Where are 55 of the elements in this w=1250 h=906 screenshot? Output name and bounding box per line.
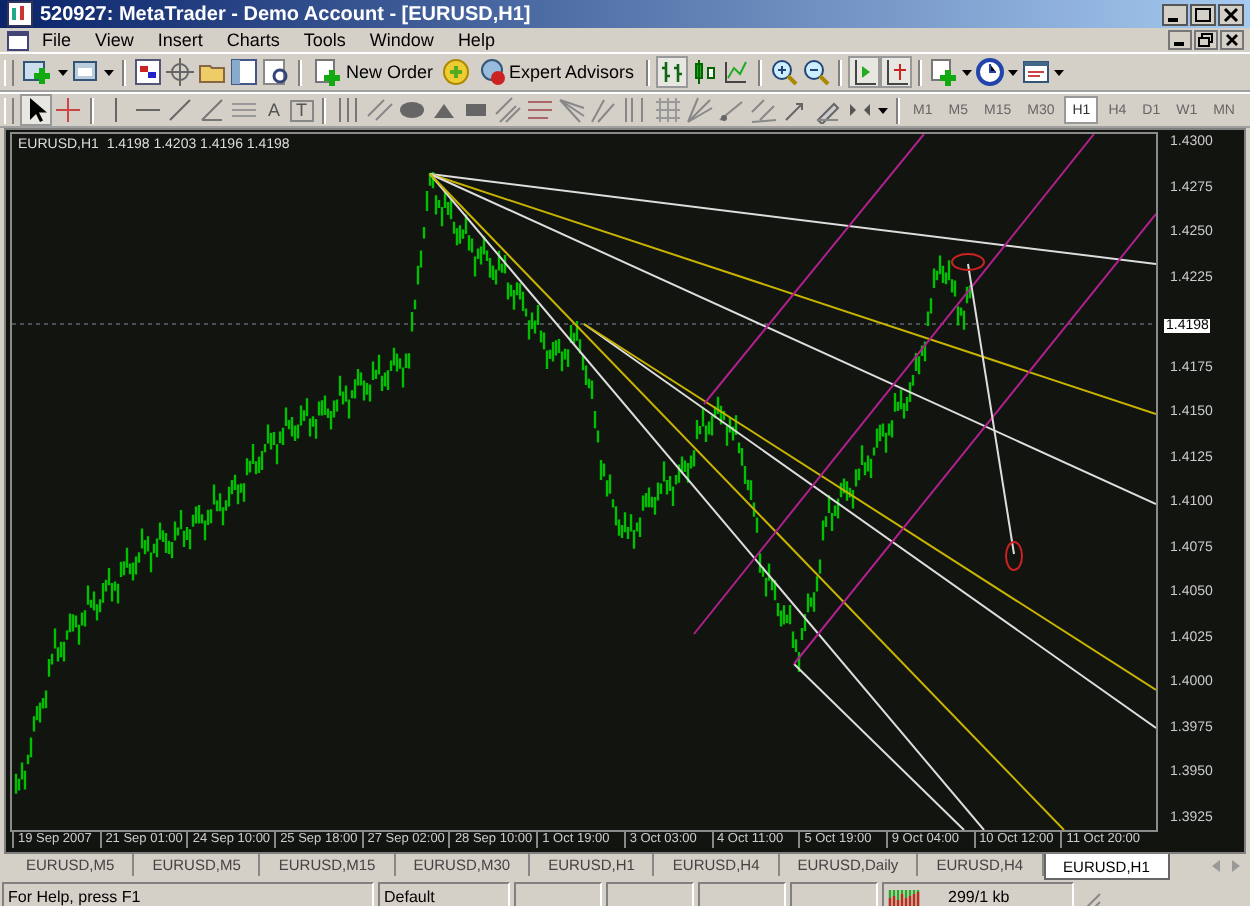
- ellipse-mark: [951, 253, 985, 271]
- clock-icon[interactable]: [976, 58, 1005, 86]
- robot-icon: [477, 58, 506, 86]
- menu-item[interactable]: Tools: [291, 30, 358, 50]
- new-chart-icon[interactable]: [22, 58, 54, 86]
- status-text: For Help, press F1: [2, 882, 374, 906]
- menu-item[interactable]: Charts: [214, 30, 292, 50]
- status-cell: [790, 882, 878, 906]
- autoscroll-icon[interactable]: [882, 58, 911, 86]
- cursor-icon[interactable]: [22, 96, 50, 124]
- caret-icon[interactable]: [58, 66, 68, 78]
- minimize-icon[interactable]: [1162, 3, 1188, 25]
- connection-bars-icon: [888, 886, 920, 906]
- menu-item[interactable]: Help: [445, 30, 507, 50]
- close-icon[interactable]: [1220, 30, 1244, 50]
- menu-item[interactable]: Insert: [145, 30, 215, 50]
- magnifier-icon[interactable]: [262, 58, 290, 86]
- menu-item[interactable]: Window: [357, 30, 446, 50]
- trendline-by-angle-icon[interactable]: [198, 96, 226, 124]
- crosshair-icon[interactable]: [166, 58, 194, 86]
- text-label-tool[interactable]: T: [290, 99, 314, 121]
- market-watch-icon[interactable]: [134, 58, 162, 86]
- ellipse-icon[interactable]: [397, 96, 426, 124]
- zoom-in-icon[interactable]: [770, 58, 799, 86]
- line-chart-icon[interactable]: [722, 58, 751, 86]
- document-plus-icon: [314, 58, 342, 86]
- menu-item[interactable]: File: [30, 30, 84, 50]
- text-tool[interactable]: A: [262, 100, 287, 120]
- caret-icon[interactable]: [1054, 66, 1065, 78]
- minimize-icon[interactable]: [1168, 30, 1192, 50]
- window-icon[interactable]: [230, 58, 258, 86]
- close-icon[interactable]: [1218, 3, 1244, 25]
- new-order-button[interactable]: New Order: [310, 56, 438, 88]
- menu-item[interactable]: View: [83, 30, 146, 50]
- status-cell: [514, 882, 602, 906]
- status-cell: [606, 882, 694, 906]
- expert-advisors-button[interactable]: Expert Advisors: [473, 56, 639, 88]
- caret-icon[interactable]: [104, 66, 114, 78]
- chart-shift-icon[interactable]: [850, 58, 879, 86]
- status-profile: Default: [378, 882, 510, 906]
- templates-icon[interactable]: [1022, 58, 1051, 86]
- caret-icon[interactable]: [877, 104, 888, 116]
- status-cell: [698, 882, 786, 906]
- trendline-icon[interactable]: [166, 96, 194, 124]
- ellipse-mark: [1005, 541, 1023, 571]
- indicators-icon[interactable]: [930, 58, 959, 86]
- maximize-icon[interactable]: [1190, 3, 1216, 25]
- app-icon: [6, 0, 34, 28]
- window-title: 520927: MetaTrader - Demo Account - [EURUSD,H1]: [40, 3, 531, 25]
- profiles-icon[interactable]: [72, 58, 100, 86]
- restore-icon[interactable]: [1194, 30, 1218, 50]
- candlestick-icon[interactable]: [690, 58, 719, 86]
- zoom-out-icon[interactable]: [802, 58, 831, 86]
- bar-chart-icon[interactable]: [658, 58, 687, 86]
- traffic-label: 299/1 kb: [948, 888, 1010, 906]
